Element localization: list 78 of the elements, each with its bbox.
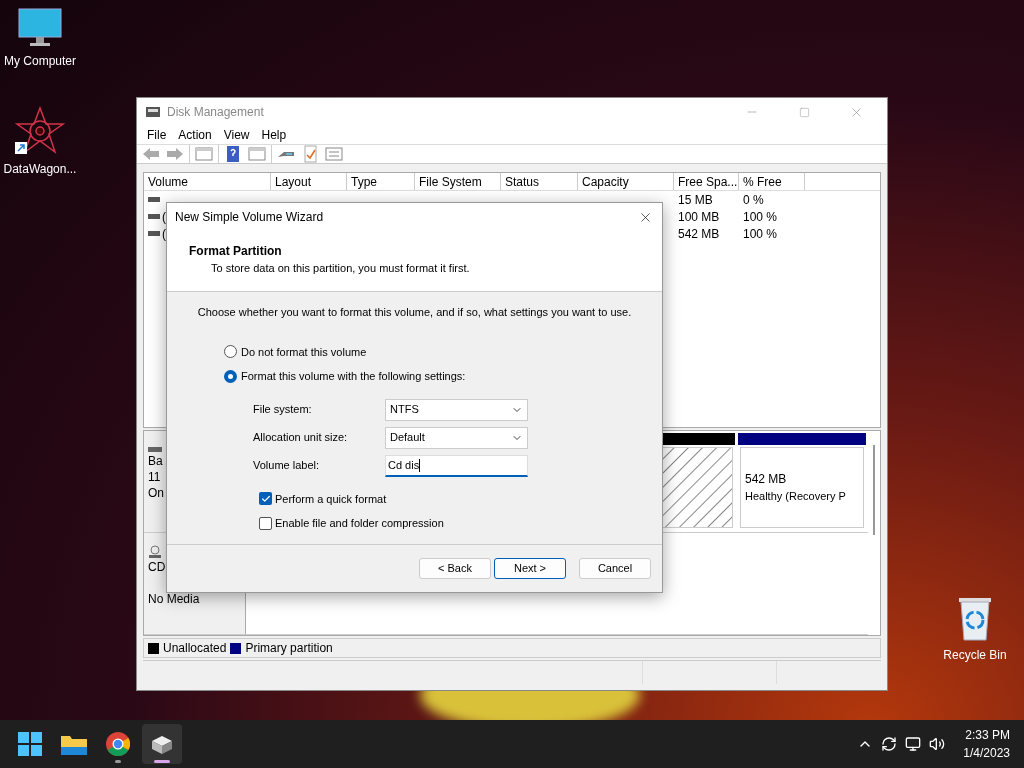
field-label: Allocation unit size:: [253, 430, 349, 446]
column-header[interactable]: Status: [501, 173, 578, 190]
checkbox-option[interactable]: Perform a quick format: [259, 490, 662, 507]
checkbox-option[interactable]: Enable file and folder compression: [259, 515, 662, 532]
clock-date[interactable]: 1/4/2023: [963, 744, 1010, 762]
checkbox-label: Perform a quick format: [275, 491, 387, 507]
disk-label-text: 11: [148, 469, 162, 485]
windows-start-icon[interactable]: [18, 732, 42, 756]
dropdown[interactable]: Default: [385, 426, 528, 449]
table-cell-text: 100 %: [742, 225, 779, 243]
partition-status: Healthy (Recovery P: [745, 489, 847, 505]
menu-item[interactable]: Action: [172, 126, 218, 144]
column-header[interactable]: % Free: [739, 173, 805, 190]
instruction-text: Choose whether you want to format this volume, and if so, what settings you want to use.: [196, 305, 633, 320]
table-cell-text: 15 MB: [677, 191, 714, 209]
desktop-icon-label[interactable]: DataWagon...: [3, 160, 77, 178]
checkbox-label: Enable file and folder compression: [275, 516, 444, 531]
running-indicator: [154, 760, 170, 763]
star-emblem-icon: [15, 106, 65, 156]
page-heading: Format Partition: [188, 243, 283, 260]
dropdown[interactable]: NTFS: [385, 398, 528, 421]
column-header[interactable]: Volume: [144, 173, 271, 190]
table-cell-text: (: [162, 225, 166, 243]
browser-icon[interactable]: [106, 732, 130, 756]
table-cell-text: 0 %: [742, 191, 765, 209]
page-subheading: To store data on this partition, you must format it first.: [210, 261, 471, 276]
radio-option[interactable]: Format this volume with the following settings:: [224, 368, 662, 385]
dialog-button[interactable]: Next >: [494, 558, 566, 579]
volume-icon[interactable]: [929, 736, 946, 752]
disk-drive-icon[interactable]: [150, 733, 174, 755]
monitor-icon: [18, 8, 62, 48]
disk-label-text: No Media: [148, 591, 201, 607]
column-header[interactable]: File System: [415, 173, 501, 190]
radio-option[interactable]: Do not format this volume: [224, 343, 662, 360]
taskbar-button[interactable]: [142, 724, 182, 764]
field-label: Volume label:: [253, 458, 321, 474]
column-header[interactable]: Capacity: [578, 173, 674, 190]
table-cell-text: (: [162, 208, 166, 226]
legend-label: Primary partition: [245, 640, 333, 657]
volume-icon: [148, 213, 160, 220]
volume-icon: [148, 230, 160, 237]
radio-button[interactable]: [224, 369, 237, 383]
radio-button[interactable]: [224, 345, 237, 359]
table-cell-text: 542 MB: [677, 225, 721, 243]
dialog-button[interactable]: Cancel: [579, 558, 651, 579]
column-header[interactable]: Layout: [271, 173, 347, 190]
disk-label-text: On: [148, 485, 165, 501]
checkbox[interactable]: [259, 492, 272, 506]
column-header[interactable]: Free Spa...: [674, 173, 739, 190]
desktop-icon-label[interactable]: My Computer: [4, 52, 76, 70]
radio-label: Do not format this volume: [241, 344, 367, 360]
volume-icon: [148, 196, 160, 203]
checkbox[interactable]: [259, 516, 272, 530]
table-cell-text: 100 MB: [677, 208, 721, 226]
network-icon[interactable]: [905, 736, 922, 752]
disk-label-text: CD: [148, 559, 167, 575]
dialog-title: New Simple Volume Wizard: [175, 209, 324, 226]
desktop-icon-label[interactable]: Recycle Bin: [943, 646, 1007, 664]
cd-drive-icon: [148, 545, 162, 559]
table-cell-text: 100 %: [742, 208, 779, 226]
sync-icon[interactable]: [881, 736, 898, 752]
menu-item[interactable]: Help: [255, 126, 293, 144]
field-label: File system:: [253, 402, 313, 418]
maximize-icon: [798, 106, 810, 118]
window-title: Disk Management: [167, 104, 264, 121]
disk-drive-icon: [145, 105, 161, 119]
dialog-button[interactable]: < Back: [419, 558, 491, 579]
clock-time[interactable]: 2:33 PM: [965, 726, 1010, 744]
input-field[interactable]: Cd dis: [385, 454, 528, 477]
column-header[interactable]: Type: [347, 173, 415, 190]
running-indicator: [115, 760, 121, 763]
menu-item[interactable]: View: [217, 126, 256, 144]
folder-icon[interactable]: [61, 733, 87, 755]
disk-label-text: Ba: [148, 453, 164, 469]
menu-item[interactable]: File: [141, 126, 173, 144]
partition-size: 542 MB: [745, 471, 788, 489]
radio-label: Format this volume with the following settings:: [241, 369, 466, 384]
legend-label: Unallocated: [163, 640, 227, 657]
